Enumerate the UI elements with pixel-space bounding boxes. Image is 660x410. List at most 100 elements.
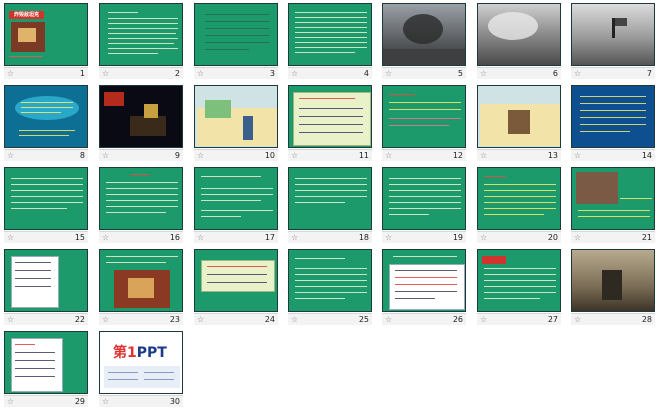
slide-thumbnail[interactable]: ☆ 8 <box>2 83 90 163</box>
slide-status-bar: ☆ 25 <box>288 313 372 325</box>
slide-thumbnail[interactable]: 第1PPT ☆ 30 <box>97 329 185 409</box>
slide-thumbnail[interactable]: ☆ 5 <box>380 1 468 81</box>
slide-preview <box>4 167 88 230</box>
illustration <box>144 104 158 118</box>
slide-preview <box>4 249 88 312</box>
slide-status-bar: ☆ 13 <box>477 149 561 161</box>
slide-status-bar: ☆ 19 <box>382 231 466 243</box>
star-icon: ☆ <box>291 69 299 78</box>
slide-status-bar: ☆ 7 <box>571 67 655 79</box>
slide-status-bar: ☆ 24 <box>194 313 278 325</box>
text-panel <box>293 92 371 146</box>
slide-thumbnail[interactable]: ☆ 26 <box>380 247 468 327</box>
slide-thumbnail[interactable]: ☆ 15 <box>2 165 90 245</box>
slide-thumbnail[interactable]: ☆ 11 <box>286 83 374 163</box>
star-icon: ☆ <box>480 69 488 78</box>
slide-preview <box>382 85 466 148</box>
slide-thumbnail[interactable]: ☆ 23 <box>97 247 185 327</box>
star-icon: ☆ <box>574 151 582 160</box>
slide-status-bar: ☆ 4 <box>288 67 372 79</box>
star-icon: ☆ <box>385 315 393 324</box>
slide-preview <box>288 249 372 312</box>
star-icon: ☆ <box>197 233 205 242</box>
slide-number: 4 <box>363 69 369 78</box>
star-icon: ☆ <box>574 69 582 78</box>
slide-preview <box>571 167 655 230</box>
slide-number: 3 <box>269 69 275 78</box>
slide-status-bar: ☆ 14 <box>571 149 655 161</box>
slide-status-bar: ☆ 5 <box>382 67 466 79</box>
slide-thumbnail[interactable]: ☆ 14 <box>569 83 657 163</box>
slide-number: 20 <box>547 233 558 242</box>
slide-preview <box>477 3 561 66</box>
slide-thumbnail[interactable]: ☆ 13 <box>475 83 563 163</box>
slide-preview <box>571 249 655 312</box>
slide-thumbnail[interactable]: ☆ 4 <box>286 1 374 81</box>
text-panel <box>11 256 59 308</box>
slide-number: 25 <box>358 315 369 324</box>
slide-preview <box>194 3 278 66</box>
text-panel <box>201 260 275 292</box>
slide-status-bar: ☆ 16 <box>99 231 183 243</box>
slide-thumbnail[interactable]: ☆ 12 <box>380 83 468 163</box>
slide-preview <box>571 3 655 66</box>
star-icon: ☆ <box>102 233 110 242</box>
slide-preview <box>477 249 561 312</box>
illustration <box>18 28 36 42</box>
slide-number: 16 <box>169 233 180 242</box>
slide-number: 26 <box>452 315 463 324</box>
slide-thumbnail[interactable]: ☆ 16 <box>97 165 185 245</box>
slide-thumbnail[interactable]: ☆ 6 <box>475 1 563 81</box>
slide-title: 炸毁敌坦克 <box>9 11 44 19</box>
star-icon: ☆ <box>480 233 488 242</box>
slide-preview <box>288 167 372 230</box>
star-icon: ☆ <box>197 151 205 160</box>
slide-sorter-grid: 炸毁敌坦克 ☆ 1 ☆ 2 ☆ 3 ☆ 4 ☆ 5 ☆ 6 ☆ 7 ☆ 8 ☆ … <box>2 1 658 409</box>
slide-number: 21 <box>641 233 652 242</box>
slide-status-bar: ☆ 26 <box>382 313 466 325</box>
star-icon: ☆ <box>385 233 393 242</box>
illustration <box>403 14 443 44</box>
slide-thumbnail[interactable]: ☆ 19 <box>380 165 468 245</box>
slide-thumbnail[interactable]: ☆ 25 <box>286 247 374 327</box>
illustration <box>488 12 538 40</box>
slide-thumbnail[interactable]: ☆ 7 <box>569 1 657 81</box>
slide-thumbnail[interactable]: ☆ 28 <box>569 247 657 327</box>
slide-number: 5 <box>457 69 463 78</box>
slide-thumbnail[interactable]: ☆ 2 <box>97 1 185 81</box>
slide-number: 9 <box>174 151 180 160</box>
slide-thumbnail[interactable]: 炸毁敌坦克 ☆ 1 <box>2 1 90 81</box>
illustration <box>602 270 622 300</box>
slide-thumbnail[interactable]: ☆ 10 <box>192 83 280 163</box>
slide-thumbnail[interactable]: ☆ 18 <box>286 165 374 245</box>
slide-status-bar: ☆ 8 <box>4 149 88 161</box>
slide-thumbnail[interactable]: ☆ 29 <box>2 329 90 409</box>
slide-status-bar: ☆ 23 <box>99 313 183 325</box>
slide-thumbnail[interactable]: ☆ 21 <box>569 165 657 245</box>
slide-status-bar: ☆ 2 <box>99 67 183 79</box>
slide-preview <box>382 3 466 66</box>
slide-number: 29 <box>74 397 85 406</box>
slide-thumbnail[interactable]: ☆ 3 <box>192 1 280 81</box>
slide-preview <box>194 167 278 230</box>
illustration <box>482 256 506 264</box>
slide-status-bar: ☆ 11 <box>288 149 372 161</box>
slide-status-bar: ☆ 29 <box>4 395 88 407</box>
star-icon: ☆ <box>291 151 299 160</box>
slide-thumbnail[interactable]: ☆ 17 <box>192 165 280 245</box>
slide-thumbnail[interactable]: ☆ 22 <box>2 247 90 327</box>
slide-preview: 炸毁敌坦克 <box>4 3 88 66</box>
star-icon: ☆ <box>385 151 393 160</box>
slide-number: 18 <box>358 233 369 242</box>
illustration <box>104 366 180 388</box>
text-panel <box>11 338 63 392</box>
star-icon: ☆ <box>291 233 299 242</box>
illustration <box>205 100 231 118</box>
slide-thumbnail[interactable]: ☆ 20 <box>475 165 563 245</box>
slide-thumbnail[interactable]: ☆ 27 <box>475 247 563 327</box>
slide-status-bar: ☆ 17 <box>194 231 278 243</box>
illustration <box>130 116 166 136</box>
slide-thumbnail[interactable]: ☆ 9 <box>97 83 185 163</box>
slide-thumbnail[interactable]: ☆ 24 <box>192 247 280 327</box>
star-icon: ☆ <box>291 315 299 324</box>
